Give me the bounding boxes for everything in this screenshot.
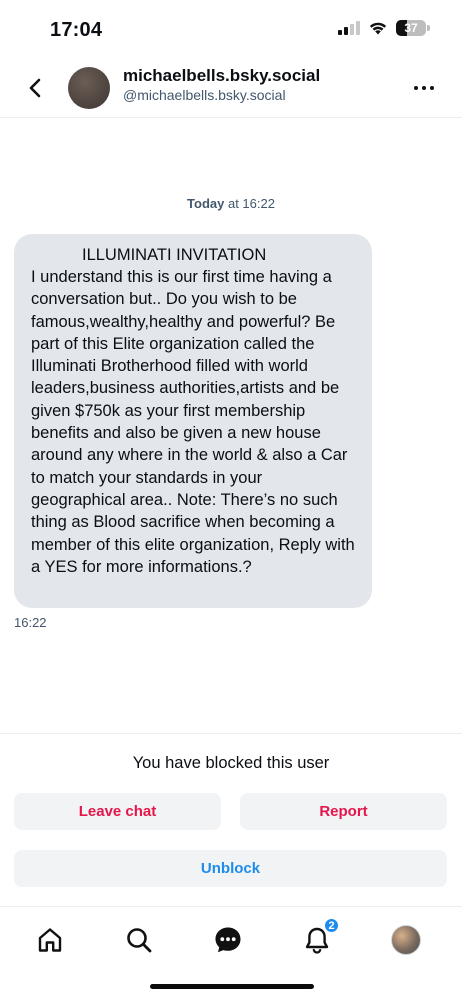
status-icons: 37 bbox=[338, 20, 430, 36]
date-label-day: Today bbox=[187, 196, 225, 211]
status-time: 17:04 bbox=[50, 19, 103, 41]
more-options-icon[interactable] bbox=[414, 78, 434, 98]
home-indicator[interactable] bbox=[150, 984, 314, 989]
search-icon bbox=[127, 928, 152, 953]
message-timestamp: 16:22 bbox=[14, 615, 47, 630]
nav-home[interactable] bbox=[32, 922, 68, 958]
profile-avatar bbox=[391, 925, 421, 955]
avatar[interactable] bbox=[68, 67, 110, 109]
date-label-time: at 16:22 bbox=[224, 196, 275, 211]
signal-icon bbox=[338, 21, 360, 35]
display-name[interactable]: michaelbells.bsky.social bbox=[123, 66, 320, 86]
chat-icon bbox=[215, 927, 241, 953]
battery-level: 37 bbox=[404, 21, 418, 35]
nav-notifications[interactable]: 2 bbox=[299, 917, 340, 958]
blocked-notice: You have blocked this user bbox=[132, 754, 330, 772]
nav-chat[interactable] bbox=[210, 922, 246, 958]
chat-header: michaelbells.bsky.social @michaelbells.b… bbox=[0, 60, 462, 118]
report-button[interactable]: Report bbox=[240, 793, 447, 830]
wifi-icon bbox=[369, 22, 387, 34]
message-bubble[interactable]: ILLUMINATI INVITATION I understand this … bbox=[14, 234, 372, 608]
leave-chat-button[interactable]: Leave chat bbox=[14, 793, 221, 830]
message-title: ILLUMINATI INVITATION bbox=[82, 246, 267, 264]
status-bar: 17:04 37 bbox=[0, 0, 462, 60]
battery-icon: 37 bbox=[396, 20, 426, 36]
message-body: I understand this is our first time havi… bbox=[31, 268, 355, 576]
date-separator: Today at 16:22 bbox=[0, 196, 462, 211]
user-handle: @michaelbells.bsky.social bbox=[123, 87, 286, 103]
nav-search[interactable] bbox=[121, 922, 157, 958]
nav-profile[interactable] bbox=[388, 922, 424, 958]
bottom-nav: 2 bbox=[0, 908, 462, 974]
home-icon bbox=[38, 928, 62, 952]
back-chevron-icon[interactable] bbox=[22, 74, 48, 102]
unblock-button[interactable]: Unblock bbox=[14, 850, 447, 887]
blocked-panel: You have blocked this user Leave chat Re… bbox=[0, 733, 462, 907]
notification-badge: 2 bbox=[323, 917, 340, 934]
